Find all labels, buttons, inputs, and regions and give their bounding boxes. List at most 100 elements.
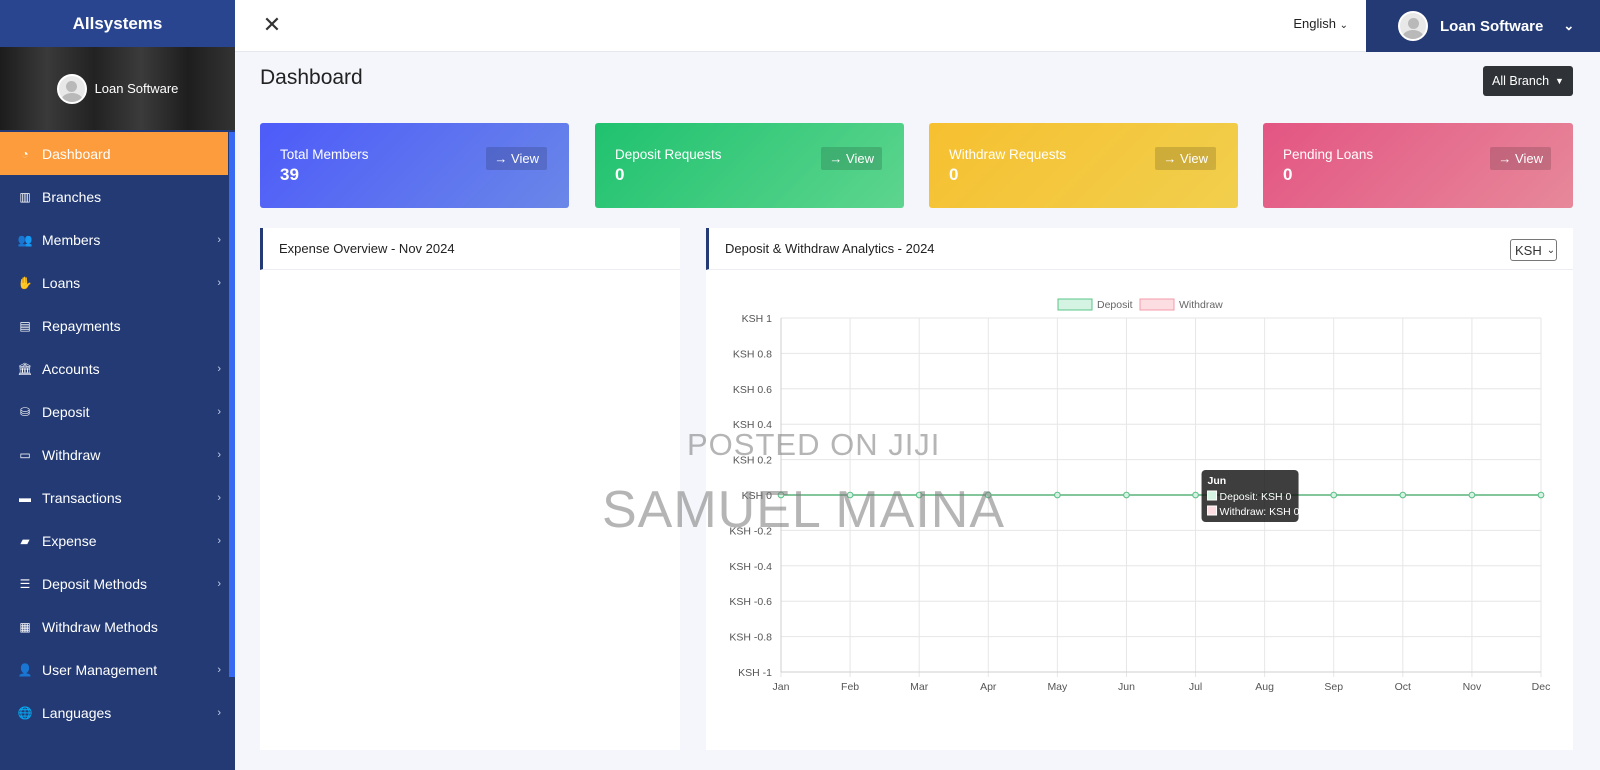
chevron-down-icon: ⌄ [1339, 20, 1348, 31]
watermark-line1: POSTED ON JIJI [687, 427, 941, 462]
sidebar-item-user-management[interactable]: 👤 User Management › [0, 648, 235, 691]
sidebar-scrollbar[interactable] [229, 132, 235, 677]
view-label: View [1515, 151, 1543, 166]
globe-icon: 🌐 [17, 705, 33, 720]
data-point-deposit [1123, 491, 1130, 499]
sidebar-item-withdraw[interactable]: ▭ Withdraw › [0, 433, 235, 476]
sidebar-item-dashboard[interactable]: ◔ Dashboard [0, 132, 228, 175]
sidebar-item-deposit-methods[interactable]: ☰ Deposit Methods › [0, 562, 235, 605]
panel-title: Deposit & Withdraw Analytics - 2024 [706, 228, 1573, 270]
sidebar-item-transactions[interactable]: ▬ Transactions › [0, 476, 235, 519]
y-tick-label: KSH 1 [742, 313, 773, 325]
close-sidebar-button[interactable]: ✕ [259, 12, 285, 38]
x-tick-label: Nov [1463, 681, 1482, 693]
tooltip-swatch [1207, 490, 1218, 501]
sidebar-item-label: Deposit [42, 403, 90, 420]
list-icon: ☰ [19, 576, 31, 591]
page-title: Dashboard [260, 66, 363, 89]
sidebar-item-label: Branches [42, 188, 102, 205]
sidebar-item-label: Members [42, 231, 101, 248]
sidebar-item-label: Repayments [42, 317, 121, 334]
user-menu[interactable]: Loan Software ⌄ [1366, 0, 1600, 52]
sidebar-item-label: Transactions [42, 489, 122, 506]
y-tick-label: KSH -0.8 [729, 632, 772, 644]
sidebar-item-expense[interactable]: ▰ Expense › [0, 519, 235, 562]
avatar [56, 73, 87, 104]
brand-logo[interactable]: Allsystems [0, 0, 235, 47]
sidebar-item-label: Withdraw Methods [42, 618, 158, 635]
arrow-right-icon: → [829, 151, 843, 166]
dashboard-icon: ◔ [21, 146, 29, 161]
y-tick-label: KSH 0.6 [733, 384, 772, 396]
x-tick-label: Dec [1532, 681, 1551, 693]
card-withdraw-requests: Withdraw Requests 0 → View [929, 123, 1238, 208]
chevron-down-icon: ⌄ [1546, 244, 1556, 256]
x-tick-label: Jul [1189, 681, 1202, 693]
legend-swatch [1139, 298, 1175, 311]
chevron-right-icon: › [217, 405, 221, 418]
user-avatar [1398, 11, 1428, 41]
bank-icon: 🏛 [17, 361, 33, 376]
chevron-right-icon: › [217, 663, 221, 676]
language-dropdown[interactable]: English ⌄ [1293, 16, 1348, 31]
x-tick-label: Mar [910, 681, 929, 693]
view-members-button[interactable]: → View [486, 147, 547, 170]
sidebar-item-accounts[interactable]: 🏛 Accounts › [0, 347, 235, 390]
chevron-right-icon: › [217, 491, 221, 504]
sidebar-item-loans[interactable]: ✋ Loans › [0, 261, 235, 304]
sidebar-item-languages[interactable]: 🌐 Languages › [0, 691, 235, 734]
branch-select-button[interactable]: All Branch ▼ [1483, 66, 1573, 96]
data-point-deposit [1468, 491, 1476, 499]
tooltip-line: Withdraw: KSH 0 [1220, 506, 1300, 518]
sidebar-item-label: User Management [42, 661, 158, 678]
currency-select[interactable]: KSH ⌄ [1510, 239, 1557, 261]
legend-swatch [1057, 298, 1093, 311]
sidebar-item-label: Dashboard [42, 145, 111, 162]
sidebar-item-label: Loans [42, 274, 81, 291]
card-total-members: Total Members 39 → View [260, 123, 569, 208]
x-tick-label: May [1047, 681, 1068, 693]
x-tick-label: Jun [1118, 681, 1135, 693]
tooltip-swatch [1207, 505, 1218, 516]
arrow-right-icon: → [1163, 151, 1177, 166]
sidebar-item-branches[interactable]: ▥ Branches [0, 175, 235, 218]
legend-label: Deposit [1097, 299, 1133, 311]
user-name: Loan Software [1440, 17, 1544, 35]
y-tick-label: KSH -1 [738, 667, 772, 679]
sidebar-item-label: Deposit Methods [42, 575, 148, 592]
branch-select-label: All Branch [1492, 74, 1550, 88]
data-point-deposit [1192, 491, 1199, 499]
sidebar-profile-name: Loan Software [94, 81, 179, 96]
x-tick-label: Oct [1395, 681, 1411, 693]
view-loans-button[interactable]: → View [1490, 147, 1551, 170]
sidebar-profile: Loan Software [0, 47, 235, 130]
data-point-deposit [1399, 491, 1407, 499]
data-point-deposit [1330, 491, 1338, 499]
sidebar-item-withdraw-methods[interactable]: ▦ Withdraw Methods [0, 605, 235, 648]
arrow-right-icon: → [1498, 151, 1512, 166]
wallet-icon: ▭ [19, 447, 31, 462]
sidebar-item-repayments[interactable]: ▤ Repayments [0, 304, 235, 347]
chevron-right-icon: › [217, 706, 221, 719]
x-tick-label: Aug [1255, 681, 1274, 693]
chevron-right-icon: › [217, 233, 221, 246]
sidebar-item-deposit[interactable]: ⛁ Deposit › [0, 390, 235, 433]
tooltip-line: Deposit: KSH 0 [1220, 491, 1292, 503]
language-label: English [1293, 16, 1336, 31]
view-deposits-button[interactable]: → View [821, 147, 882, 170]
chevron-right-icon: › [217, 448, 221, 461]
user-icon: 👤 [17, 662, 33, 677]
sidebar-item-label: Withdraw [42, 446, 101, 463]
x-tick-label: Apr [980, 681, 997, 693]
close-icon: ✕ [262, 12, 282, 37]
sidebar-item-label: Expense [42, 532, 97, 549]
chevron-right-icon: › [217, 534, 221, 547]
chevron-down-icon: ⌄ [1563, 18, 1575, 33]
view-withdraws-button[interactable]: → View [1155, 147, 1216, 170]
card-deposit-requests: Deposit Requests 0 → View [595, 123, 904, 208]
building-icon: ▥ [19, 189, 31, 204]
sidebar-item-members[interactable]: 👥 Members › [0, 218, 235, 261]
card-pending-loans: Pending Loans 0 → View [1263, 123, 1573, 208]
users-icon: 👥 [17, 232, 33, 247]
x-tick-label: Jan [773, 681, 790, 693]
